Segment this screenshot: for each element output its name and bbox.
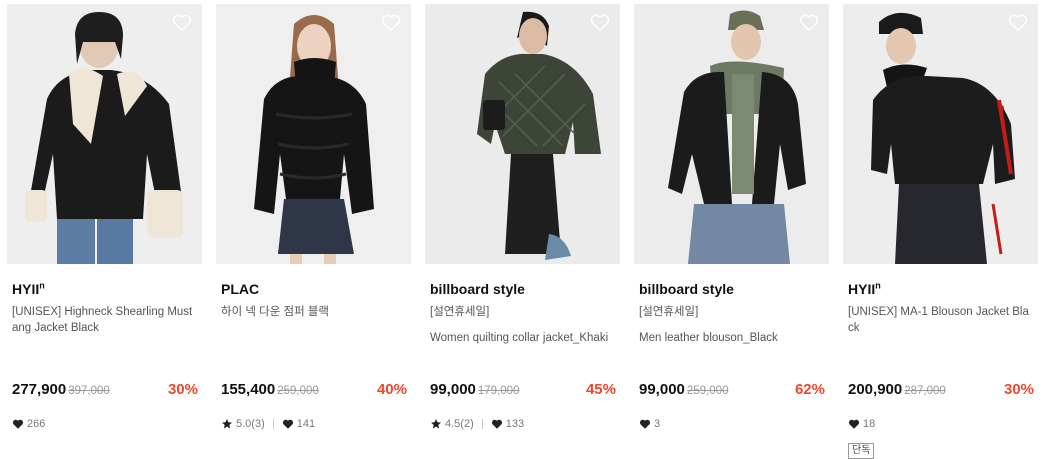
wishlist-heart-icon[interactable] <box>799 13 819 32</box>
star-icon <box>222 419 232 429</box>
sale-price: 155,400 <box>221 381 276 398</box>
divider <box>272 419 274 429</box>
like-count: 133 <box>505 418 525 430</box>
brand-name[interactable]: HYIIn <box>12 281 45 297</box>
product-card[interactable]: billboard style [설연휴세일] Women quilting c… <box>425 4 620 457</box>
heart-icon <box>12 419 24 429</box>
heart-icon <box>491 419 502 429</box>
discount-rate: 62% <box>794 381 825 398</box>
product-card[interactable]: billboard style [설연휴세일] Men leather blou… <box>634 4 829 457</box>
product-image[interactable] <box>216 4 411 264</box>
price-row: 277,900 397,000 30% <box>12 381 198 401</box>
product-meta: 3 <box>639 416 660 432</box>
wishlist-heart-icon[interactable] <box>381 13 401 32</box>
brand-name[interactable]: HYIIn <box>848 281 881 297</box>
original-price: 179,000 <box>477 385 520 397</box>
sale-price: 277,900 <box>12 381 67 398</box>
product-card[interactable]: HYIIn [UNISEX] Highneck Shearling Mustan… <box>7 4 202 457</box>
original-price: 259,000 <box>277 385 319 397</box>
sale-price: 99,000 <box>639 381 685 398</box>
heart-icon <box>639 419 651 429</box>
heart-icon <box>848 419 860 429</box>
original-price: 397,000 <box>68 385 110 397</box>
product-name[interactable]: [UNISEX] Highneck Shearling Mustang Jack… <box>12 304 198 336</box>
product-image[interactable] <box>7 4 202 264</box>
rating: 4.5(2) <box>445 418 474 430</box>
product-meta: 18 <box>848 416 875 432</box>
product-tag[interactable]: [설연휴세일] <box>430 304 616 320</box>
discount-rate: 30% <box>1003 381 1034 398</box>
product-meta: 5.0(3) 141 <box>221 416 315 432</box>
price-row: 99,000 179,000 45% <box>430 381 616 401</box>
product-tag[interactable]: [설연휴세일] <box>639 304 825 320</box>
discount-rate: 45% <box>585 381 616 398</box>
like-count: 266 <box>27 418 46 430</box>
rating: 5.0(3) <box>236 418 265 430</box>
wishlist-heart-icon[interactable] <box>1008 13 1028 32</box>
brand-name[interactable]: billboard style <box>430 281 525 297</box>
product-meta: 4.5(2) 133 <box>430 416 524 432</box>
product-card[interactable]: PLAC 하이 넥 다운 점퍼 블랙 155,400 259,000 40% 5.… <box>216 4 411 457</box>
product-image[interactable] <box>425 4 620 264</box>
price-row: 155,400 259,000 40% <box>221 381 407 401</box>
product-card[interactable]: HYIIn [UNISEX] MA-1 Blouson Jacket Black… <box>843 4 1038 459</box>
product-meta: 266 <box>12 416 45 432</box>
heart-icon <box>282 419 293 429</box>
product-name[interactable]: Men leather blouson_Black <box>639 330 825 346</box>
product-grid: HYIIn [UNISEX] Highneck Shearling Mustan… <box>0 0 1045 459</box>
star-icon <box>431 419 441 429</box>
sale-price: 99,000 <box>430 381 476 398</box>
product-name[interactable]: [UNISEX] MA-1 Blouson Jacket Black <box>848 304 1034 336</box>
original-price: 287,000 <box>904 385 946 397</box>
brand-name[interactable]: PLAC <box>221 281 259 297</box>
wishlist-heart-icon[interactable] <box>590 13 610 32</box>
like-count: 3 <box>654 418 661 430</box>
product-name[interactable]: 하이 넥 다운 점퍼 블랙 <box>221 304 407 320</box>
price-row: 99,000 259,000 62% <box>639 381 825 401</box>
product-image[interactable] <box>843 4 1038 264</box>
like-count: 18 <box>863 418 876 430</box>
discount-rate: 40% <box>376 381 407 398</box>
original-price: 259,000 <box>686 385 729 397</box>
brand-name[interactable]: billboard style <box>639 281 734 297</box>
wishlist-heart-icon[interactable] <box>172 13 192 32</box>
discount-rate: 30% <box>167 381 198 398</box>
divider <box>481 419 483 429</box>
sale-price: 200,900 <box>848 381 903 398</box>
product-name[interactable]: Women quilting collar jacket_Khaki <box>430 330 616 346</box>
product-image[interactable] <box>634 4 829 264</box>
like-count: 141 <box>296 418 316 430</box>
price-row: 200,900 287,000 30% <box>848 381 1034 401</box>
